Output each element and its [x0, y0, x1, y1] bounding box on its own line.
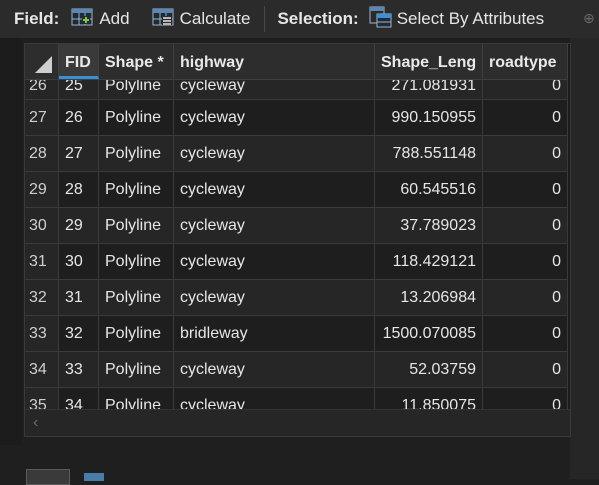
cell-shape[interactable]: Polyline — [99, 244, 174, 280]
cell-roadtype[interactable]: 0 — [483, 80, 568, 100]
cell-shape-leng[interactable]: 118.429121 — [375, 244, 483, 280]
attribute-table: FID Shape * highway Shape_Leng roadtype … — [24, 43, 571, 437]
cell-highway[interactable]: cycleway — [174, 80, 375, 100]
cell-shape-leng[interactable]: 52.03759 — [375, 352, 483, 388]
cell-highway[interactable]: cycleway — [174, 208, 375, 244]
table-row[interactable]: 32 31 Polyline cycleway 13.206984 0 — [25, 280, 570, 316]
cell-roadtype[interactable]: 0 — [483, 208, 568, 244]
cell-fid[interactable]: 30 — [59, 244, 99, 280]
cell-shape-leng[interactable]: 1500.070085 — [375, 316, 483, 352]
row-number: 33 — [25, 316, 59, 352]
calculate-field-label: Calculate — [179, 9, 251, 28]
cell-shape[interactable]: Polyline — [99, 100, 174, 136]
cell-shape[interactable]: Polyline — [99, 80, 174, 100]
cell-highway[interactable]: cycleway — [174, 352, 375, 388]
right-gutter: ⊕ — [570, 10, 599, 479]
cell-fid[interactable]: 31 — [59, 280, 99, 316]
row-number: 28 — [25, 136, 59, 172]
select-by-attributes-icon — [369, 6, 393, 33]
row-number: 29 — [25, 172, 59, 208]
table-row[interactable]: 33 32 Polyline bridleway 1500.070085 0 — [25, 316, 570, 352]
select-all-corner[interactable] — [25, 44, 59, 79]
cell-shape[interactable]: Polyline — [99, 280, 174, 316]
table-row[interactable]: 27 26 Polyline cycleway 990.150955 0 — [25, 100, 570, 136]
column-header-shape[interactable]: Shape * — [99, 44, 174, 79]
cell-shape[interactable]: Polyline — [99, 316, 174, 352]
cell-roadtype[interactable]: 0 — [483, 244, 568, 280]
column-header-roadtype[interactable]: roadtype — [483, 44, 568, 79]
table-body: 26 25 Polyline cycleway 271.081931 0 27 … — [25, 80, 570, 424]
cell-roadtype[interactable]: 0 — [483, 280, 568, 316]
table-row[interactable]: 29 28 Polyline cycleway 60.545516 0 — [25, 172, 570, 208]
add-field-icon — [71, 7, 93, 32]
table-row[interactable]: 34 33 Polyline cycleway 52.03759 0 — [25, 352, 570, 388]
selection-label: Selection: — [277, 9, 359, 28]
row-number: 30 — [25, 208, 59, 244]
cell-roadtype[interactable]: 0 — [483, 352, 568, 388]
column-header-highway[interactable]: highway — [174, 44, 375, 79]
toolbar-divider — [264, 6, 266, 32]
cell-shape-leng[interactable]: 13.206984 — [375, 280, 483, 316]
add-field-label: Add — [99, 9, 130, 28]
cell-shape-leng[interactable]: 271.081931 — [375, 80, 483, 100]
attribute-table-toolbar: Field: Add Calculate Selection: Select B… — [0, 0, 599, 38]
corner-triangle-icon — [35, 56, 52, 73]
cell-shape-leng[interactable]: 990.150955 — [375, 100, 483, 136]
cell-roadtype[interactable]: 0 — [483, 172, 568, 208]
cell-roadtype[interactable]: 0 — [483, 100, 568, 136]
cell-highway[interactable]: cycleway — [174, 244, 375, 280]
table-row[interactable]: 26 25 Polyline cycleway 271.081931 0 — [25, 80, 570, 100]
row-number: 32 — [25, 280, 59, 316]
cell-shape-leng[interactable]: 60.545516 — [375, 172, 483, 208]
table-bottom-bar — [0, 445, 570, 485]
left-panel-edge — [0, 38, 22, 479]
calculate-field-button[interactable]: Calculate — [152, 7, 251, 32]
cell-roadtype[interactable]: 0 — [483, 316, 568, 352]
cell-fid[interactable]: 32 — [59, 316, 99, 352]
table-view-icon[interactable] — [84, 473, 104, 481]
cell-fid[interactable]: 29 — [59, 208, 99, 244]
row-number: 31 — [25, 244, 59, 280]
table-header: FID Shape * highway Shape_Leng roadtype — [25, 44, 568, 80]
cell-highway[interactable]: cycleway — [174, 172, 375, 208]
cell-fid[interactable]: 26 — [59, 100, 99, 136]
table-row[interactable]: 30 29 Polyline cycleway 37.789023 0 — [25, 208, 570, 244]
cell-shape[interactable]: Polyline — [99, 172, 174, 208]
table-row[interactable]: 31 30 Polyline cycleway 118.429121 0 — [25, 244, 570, 280]
view-toggle-button[interactable] — [26, 469, 70, 485]
scroll-left-icon[interactable]: ‹ — [33, 414, 38, 432]
cell-shape[interactable]: Polyline — [99, 136, 174, 172]
cell-highway[interactable]: cycleway — [174, 100, 375, 136]
cell-roadtype[interactable]: 0 — [483, 136, 568, 172]
field-label: Field: — [14, 9, 60, 28]
row-number: 26 — [25, 80, 59, 100]
table-row[interactable]: 28 27 Polyline cycleway 788.551148 0 — [25, 136, 570, 172]
cell-fid[interactable]: 28 — [59, 172, 99, 208]
cell-shape[interactable]: Polyline — [99, 208, 174, 244]
horizontal-scrollbar[interactable]: ‹ — [25, 409, 570, 436]
calculate-field-icon — [152, 7, 174, 32]
cell-highway[interactable]: cycleway — [174, 136, 375, 172]
row-number: 27 — [25, 100, 59, 136]
select-by-attributes-button[interactable]: Select By Attributes — [369, 6, 544, 33]
add-field-button[interactable]: Add — [71, 7, 130, 32]
cell-highway[interactable]: bridleway — [174, 316, 375, 352]
column-header-shape-leng[interactable]: Shape_Leng — [375, 44, 483, 79]
cell-fid[interactable]: 25 — [59, 80, 99, 100]
select-by-attributes-label: Select By Attributes — [396, 9, 545, 28]
cell-fid[interactable]: 33 — [59, 352, 99, 388]
cell-shape[interactable]: Polyline — [99, 352, 174, 388]
column-header-fid[interactable]: FID — [59, 44, 99, 79]
cell-shape-leng[interactable]: 37.789023 — [375, 208, 483, 244]
add-icon[interactable]: ⊕ — [583, 10, 595, 27]
cell-shape-leng[interactable]: 788.551148 — [375, 136, 483, 172]
cell-highway[interactable]: cycleway — [174, 280, 375, 316]
cell-fid[interactable]: 27 — [59, 136, 99, 172]
row-number: 34 — [25, 352, 59, 388]
